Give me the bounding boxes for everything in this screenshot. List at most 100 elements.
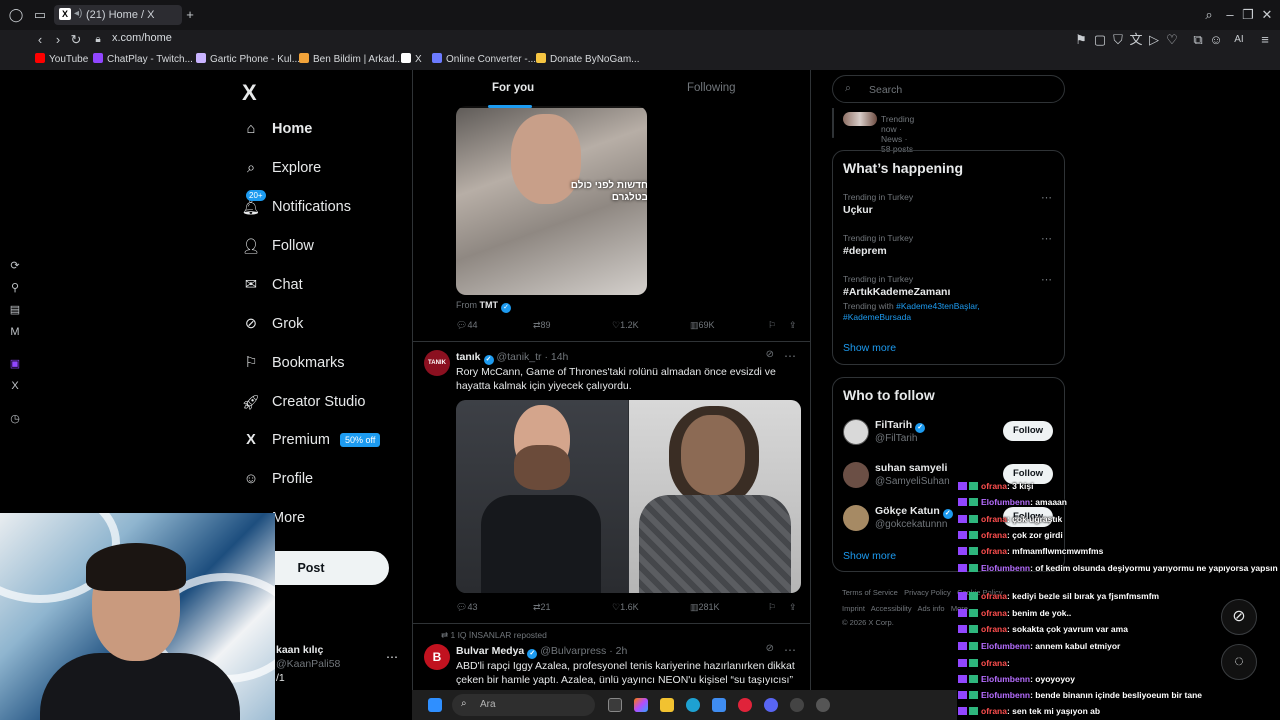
maximize-icon[interactable]: ❐ <box>1240 8 1256 22</box>
grok-fab-icon[interactable]: ⊘ <box>1221 599 1257 635</box>
opera-logo-icon[interactable]: ◯ <box>8 8 24 22</box>
footer-link[interactable]: Terms of Service <box>842 588 898 597</box>
grok-explain-icon[interactable]: ⊘ <box>766 349 774 360</box>
nav-profile[interactable]: ☺ Profile <box>240 464 314 494</box>
tab-menu-icon[interactable]: ▭ <box>32 8 48 22</box>
shield-icon[interactable]: ⛉ <box>1110 33 1126 47</box>
trend-hashtag-link[interactable]: #KademeBursada <box>843 312 911 322</box>
x-panel-icon[interactable]: X <box>8 379 22 393</box>
tweet3-author[interactable]: Bulvar Medya ✓ @Bulvarpress · 2h <box>456 645 627 659</box>
from-attribution[interactable]: From TMT ✓ <box>456 300 512 313</box>
photo-right[interactable] <box>629 400 801 593</box>
back-icon[interactable]: ‹ <box>32 33 48 47</box>
reload-icon[interactable]: ↻ <box>68 33 84 47</box>
heart-icon[interactable]: ♡ <box>1164 33 1180 47</box>
bookmark-x[interactable]: X <box>401 53 422 65</box>
bookmark-gartic[interactable]: Gartic Phone - Kul... <box>196 53 300 65</box>
share-button[interactable]: ⇪ <box>789 602 797 613</box>
profile-icon[interactable]: ☺ <box>1208 33 1224 47</box>
bookmark-converter[interactable]: Online Converter -... <box>432 53 536 65</box>
close-icon[interactable]: ✕ <box>1259 8 1275 22</box>
nav-chat[interactable]: ✉ Chat <box>240 270 303 300</box>
footer-link[interactable]: Ads info <box>917 604 944 613</box>
discord-icon[interactable] <box>764 698 778 712</box>
nav-premium[interactable]: X Premium 50% off <box>240 425 381 455</box>
avatar[interactable]: B <box>424 644 450 670</box>
like-button[interactable]: ♡ 1.6K <box>612 602 639 613</box>
footer-link[interactable]: Accessibility <box>871 604 912 613</box>
repost-button[interactable]: ⇄ 21 <box>533 602 551 613</box>
notes-icon[interactable]: ▤ <box>8 303 22 317</box>
trend-more-icon[interactable]: ⋯ <box>1041 232 1052 245</box>
ai-button[interactable]: AI <box>1228 33 1250 47</box>
x-logo-icon[interactable]: X <box>242 80 257 106</box>
tweet-more-icon[interactable]: ⋯ <box>784 349 796 363</box>
tweet-media-photos[interactable] <box>456 400 801 593</box>
tweet-media-video[interactable]: חדשות לפני כולם בטלגרם <box>456 106 647 295</box>
show-more-link[interactable]: Show more <box>843 342 896 354</box>
avatar[interactable]: TANIK <box>424 350 450 376</box>
tab-x-home[interactable]: X ◂) (21) Home / X <box>54 5 182 25</box>
views-button[interactable]: ▥ 281K <box>690 602 720 613</box>
twitch-icon[interactable]: ▣ <box>8 357 22 371</box>
history-icon[interactable]: ◷ <box>8 412 22 426</box>
refresh-panel-icon[interactable]: ⟳ <box>8 259 22 273</box>
trend-hashtag-link[interactable]: #Kademe43tenBaşlar, <box>896 301 980 311</box>
bag-icon[interactable]: ⚲ <box>8 281 22 295</box>
views-button[interactable]: ▥ 69K <box>690 320 715 331</box>
bookmark-button[interactable]: ⚐ <box>768 602 776 613</box>
tweet2-author[interactable]: tanık ✓ @tanik_tr · 14h <box>456 351 568 365</box>
nav-grok[interactable]: ⊘ Grok <box>240 309 304 339</box>
store-icon[interactable] <box>712 698 726 712</box>
nav-home[interactable]: ⌂ Home <box>240 114 313 144</box>
share-button[interactable]: ⇪ <box>789 320 797 331</box>
play-icon[interactable]: ▷ <box>1146 33 1162 47</box>
nav-creator-studio[interactable]: 🚀︎ Creator Studio <box>240 387 366 417</box>
forward-icon[interactable]: › <box>50 33 66 47</box>
snapshot-icon[interactable]: ▢ <box>1092 33 1108 47</box>
repost-button[interactable]: ⇄ 89 <box>533 320 551 331</box>
translate-icon[interactable]: 文 <box>1128 33 1144 47</box>
file-explorer-icon[interactable] <box>660 698 674 712</box>
toolbar-icons[interactable]: ⚑ <box>1073 33 1089 47</box>
obs-icon[interactable] <box>790 698 804 712</box>
grok-explain-icon[interactable]: ⊘ <box>766 643 774 654</box>
speaker-icon[interactable]: ◂) <box>74 8 82 19</box>
nav-bookmarks[interactable]: ⚐ Bookmarks <box>240 348 345 378</box>
show-more-link[interactable]: Show more <box>843 550 896 562</box>
account-more-icon[interactable]: ⋯ <box>386 650 398 664</box>
bookmark-youtube[interactable]: YouTube <box>35 53 88 65</box>
like-button[interactable]: ♡ 1.2K <box>612 320 639 331</box>
task-view-icon[interactable] <box>608 698 622 712</box>
trend-more-icon[interactable]: ⋯ <box>1041 191 1052 204</box>
search-input[interactable]: ⌕ Search <box>832 75 1065 103</box>
search-tabs-icon[interactable]: ⌕ <box>1201 8 1217 22</box>
nav-follow[interactable]: 👤︎ Follow <box>240 231 314 261</box>
copilot-icon[interactable] <box>634 698 648 712</box>
tab-following[interactable]: Following <box>687 82 736 94</box>
bookmark-benbildim[interactable]: Ben Bildim | Arkad... <box>299 53 403 65</box>
footer-link[interactable]: Privacy Policy <box>904 588 951 597</box>
nav-notifications[interactable]: 🔔︎ 20+ Notifications <box>240 190 351 222</box>
tweet-more-icon[interactable]: ⋯ <box>784 643 796 657</box>
messages-fab-icon[interactable]: ◌ <box>1221 644 1257 680</box>
bookmark-donate[interactable]: Donate ByNoGam... <box>536 53 639 65</box>
m-panel-icon[interactable]: M <box>8 325 22 339</box>
new-tab-icon[interactable]: + <box>182 8 198 22</box>
reply-button[interactable]: 💬︎ 43 <box>456 602 477 613</box>
extensions-icon[interactable]: ⧉ <box>1190 33 1206 47</box>
url-field[interactable]: x.com/home <box>112 32 172 44</box>
tab-for-you[interactable]: For you <box>492 82 534 94</box>
app-icon[interactable] <box>816 698 830 712</box>
trending-now-card[interactable]: Trending now · News · 58 posts <box>832 108 914 154</box>
bookmark-button[interactable]: ⚐ <box>768 320 776 331</box>
account-switcher[interactable]: kaan kılıç @KaanPali58 /1 ⋯ <box>276 644 398 684</box>
repost-context[interactable]: ⇄ 1 IQ İNSANLAR reposted <box>441 630 547 641</box>
bookmark-chatplay[interactable]: ChatPlay - Twitch... <box>93 53 193 65</box>
minimize-icon[interactable]: – <box>1222 8 1238 22</box>
taskbar-search[interactable]: ⌕ Ara <box>452 694 595 716</box>
windows-start-icon[interactable] <box>428 698 442 712</box>
menu-icon[interactable]: ≡ <box>1257 33 1273 47</box>
trend-more-icon[interactable]: ⋯ <box>1041 273 1052 286</box>
footer-link[interactable]: Imprint <box>842 604 865 613</box>
